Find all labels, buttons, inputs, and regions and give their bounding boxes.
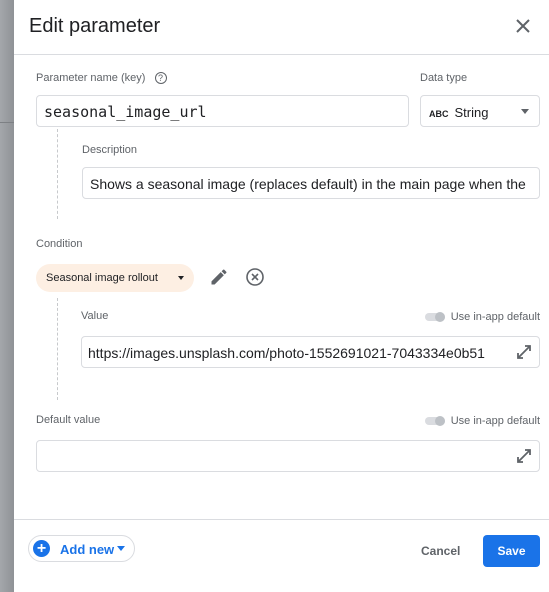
backdrop	[0, 0, 14, 592]
param-name-input[interactable]: seasonal_image_url	[36, 95, 409, 127]
condition-chip-label: Seasonal image rollout	[46, 272, 158, 284]
expand-icon[interactable]	[515, 343, 533, 364]
add-new-label: Add new	[60, 542, 115, 557]
toggle-switch[interactable]	[424, 416, 445, 427]
data-type-value: String	[454, 105, 489, 120]
help-circle-icon[interactable]: ?	[154, 72, 167, 85]
default-value-label: Default value	[36, 414, 101, 426]
chevron-down-icon	[521, 109, 529, 118]
edit-parameter-dialog: Edit parameter Parameter name (key) ? Da…	[14, 0, 549, 592]
cancel-button[interactable]: Cancel	[421, 544, 460, 558]
description-input[interactable]: Shows a seasonal image (replaces default…	[82, 167, 540, 199]
description-label: Description	[82, 144, 138, 156]
condition-chip[interactable]: Seasonal image rollout	[36, 264, 194, 292]
param-name-label: Parameter name (key)	[36, 72, 146, 84]
value-text: https://images.unsplash.com/photo-155269…	[88, 345, 485, 361]
close-icon[interactable]	[511, 14, 535, 38]
toggle-label: Use in-app default	[450, 311, 540, 323]
plus-icon: +	[33, 540, 50, 557]
expand-icon[interactable]	[515, 447, 533, 468]
save-button[interactable]: Save	[483, 535, 540, 567]
toggle-switch[interactable]	[424, 312, 445, 323]
data-type-select[interactable]: ABC String	[420, 95, 540, 127]
remove-circle-icon[interactable]	[245, 267, 265, 292]
default-value-input[interactable]	[36, 440, 540, 472]
data-type-label: Data type	[420, 72, 468, 84]
value-label: Value	[81, 310, 109, 322]
condition-label: Condition	[36, 238, 83, 250]
pencil-icon[interactable]	[209, 267, 229, 292]
chevron-down-icon	[178, 276, 184, 283]
add-new-button[interactable]: + Add new	[28, 535, 135, 562]
dialog-title: Edit parameter	[29, 15, 161, 37]
toggle-label: Use in-app default	[450, 415, 540, 427]
abc-icon: ABC	[429, 109, 449, 119]
use-default-toggle[interactable]: Use in-app default	[424, 311, 540, 323]
chevron-down-icon	[117, 546, 125, 555]
default-use-default-toggle[interactable]: Use in-app default	[424, 415, 540, 427]
conditional-value-input[interactable]: https://images.unsplash.com/photo-155269…	[81, 336, 540, 368]
